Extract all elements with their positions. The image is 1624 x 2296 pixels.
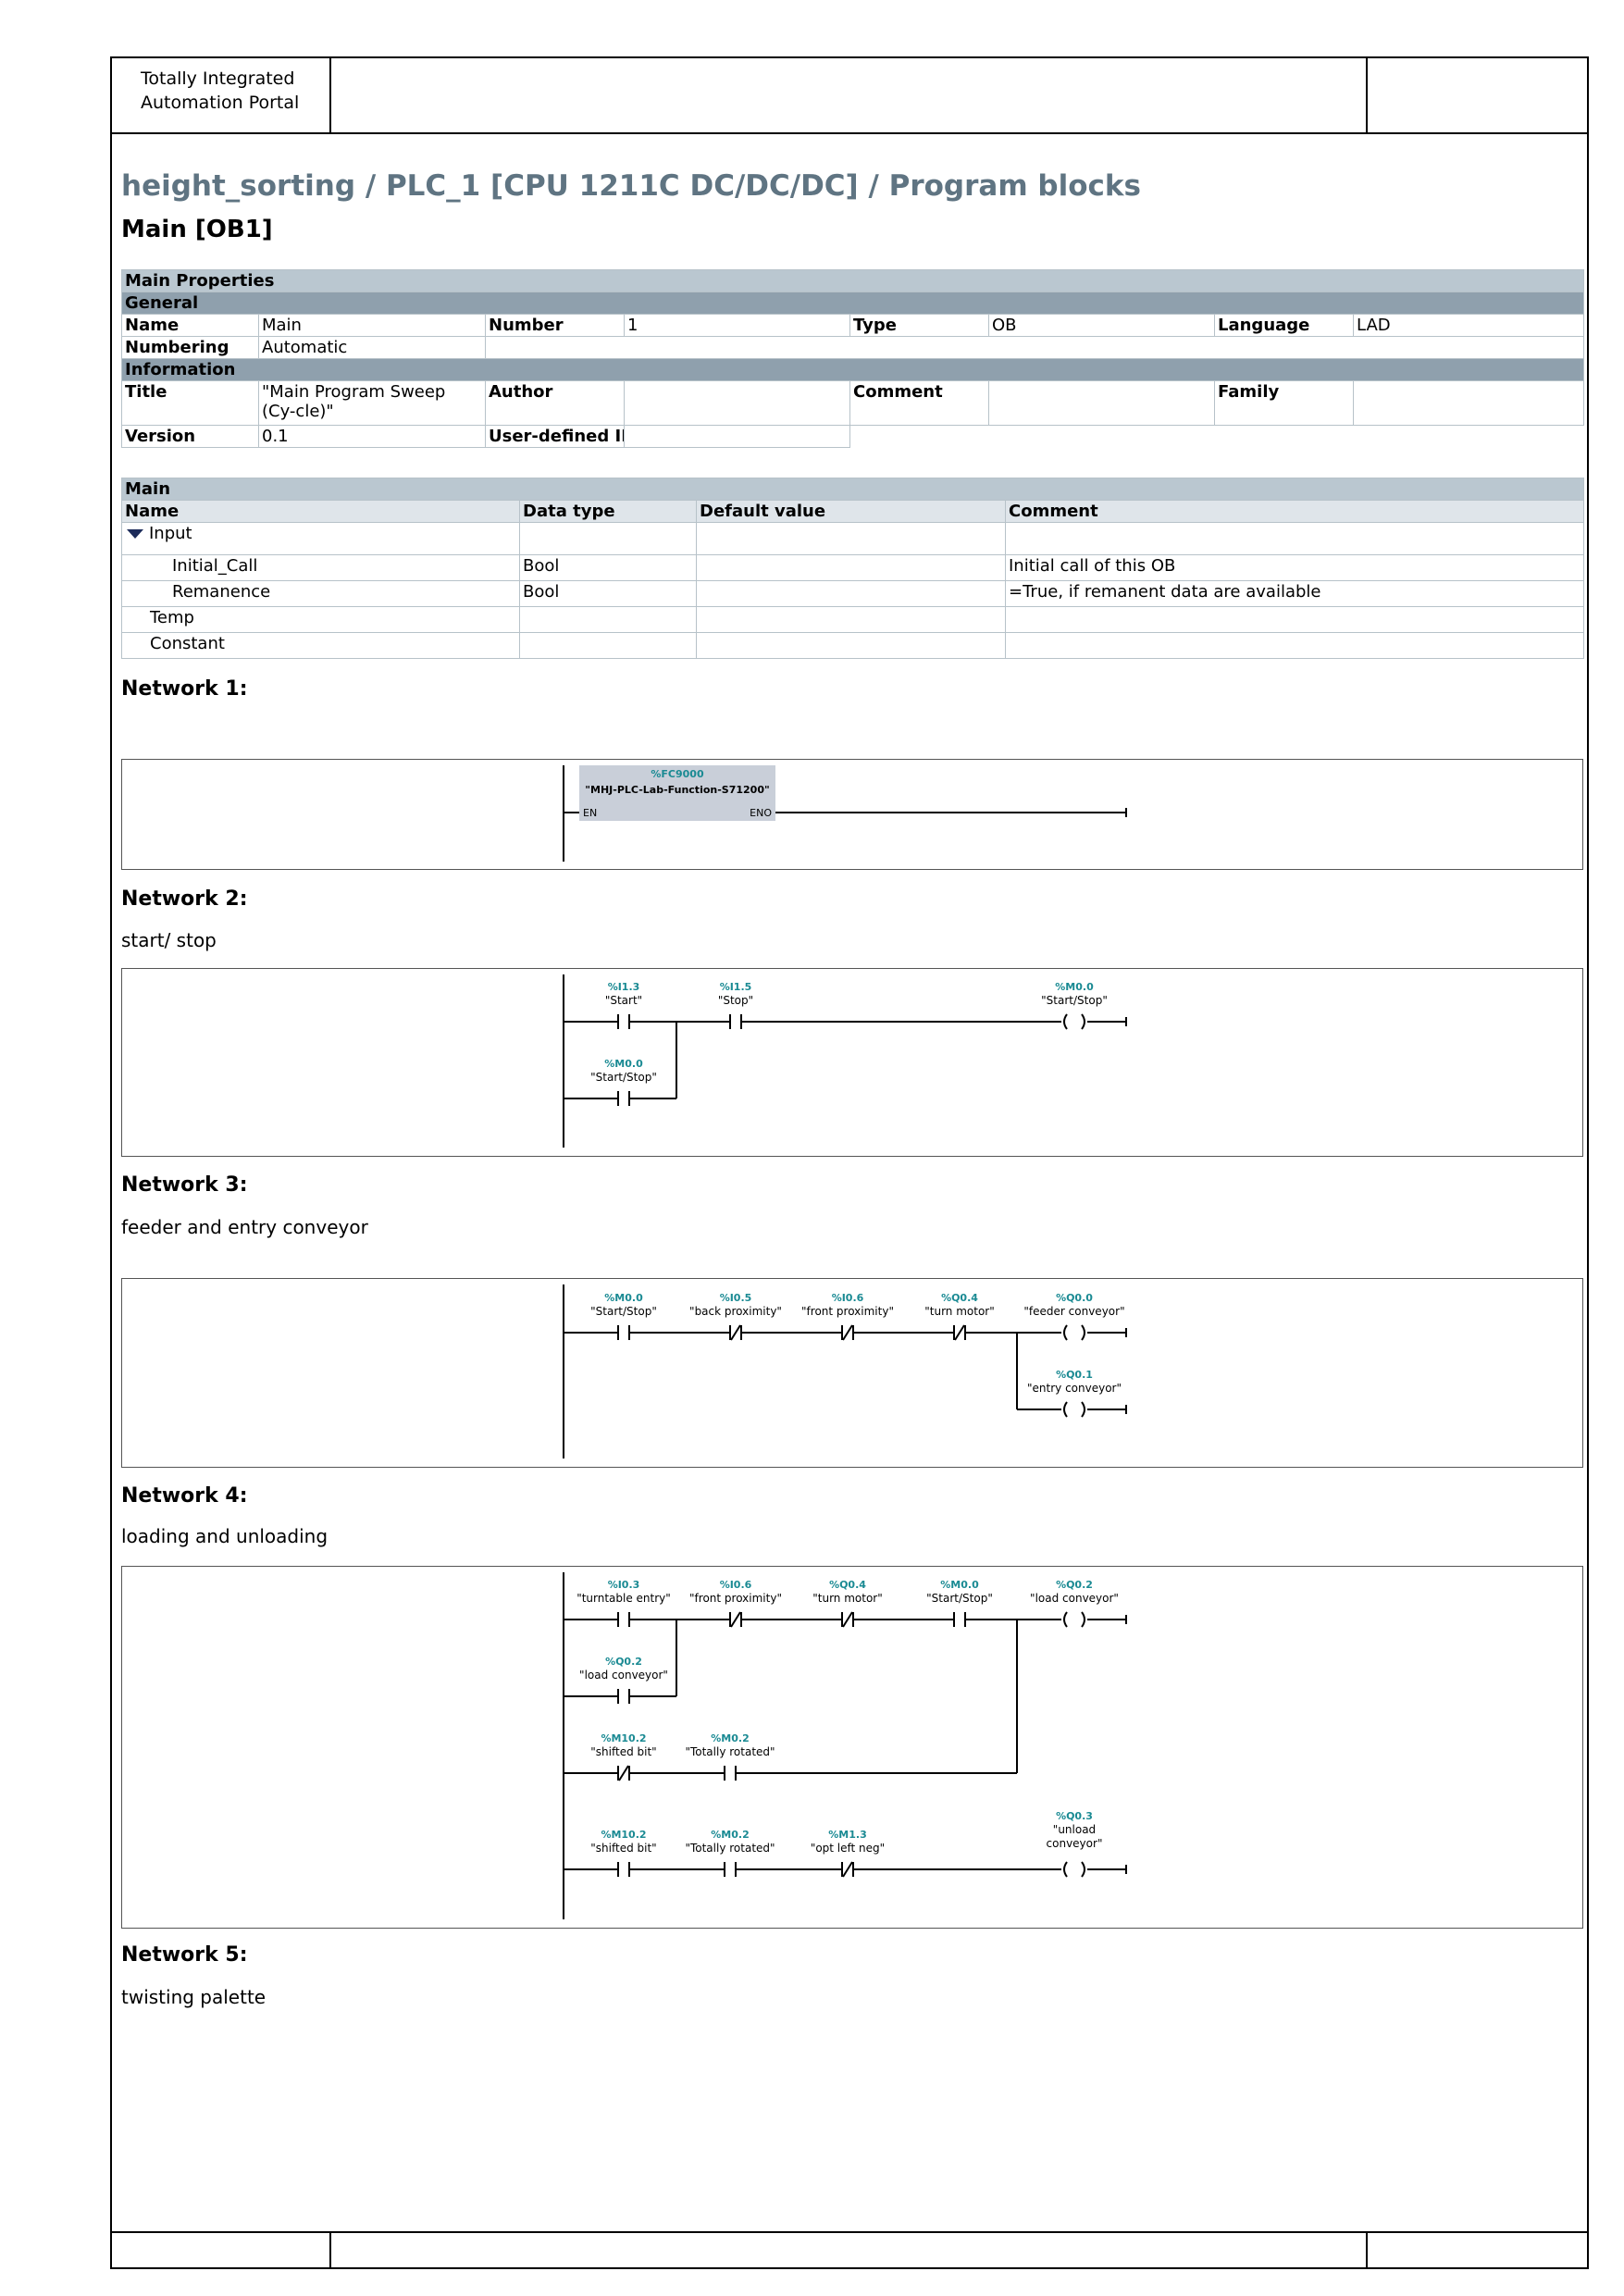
label-symbol: "Start/Stop" — [926, 1592, 993, 1605]
network-4-ladder: %I0.3 "turntable entry" %I0.6 "front pro… — [563, 1572, 1127, 1919]
label-symbol: "turn motor" — [924, 1305, 995, 1318]
fb-eno-pin: ENO — [750, 807, 772, 819]
label-symbol: "load conveyor" — [579, 1669, 668, 1682]
label-address: %I1.5 — [720, 981, 752, 993]
coil — [1081, 1861, 1085, 1878]
network-1-ladder: %FC9000 "MHJ-PLC-Lab-Function-S71200" EN… — [563, 765, 1127, 862]
label-symbol: "Stop" — [718, 994, 753, 1007]
contact-nc-slash — [730, 1611, 741, 1628]
fb-name: "MHJ-PLC-Lab-Function-S71200" — [585, 784, 769, 796]
label-address: %M10.2 — [601, 1829, 646, 1841]
label-symbol: "Start/Stop" — [590, 1071, 657, 1084]
label-address: %Q0.1 — [1056, 1369, 1093, 1381]
label-address: %Q0.4 — [829, 1579, 866, 1591]
label-symbol: "feeder conveyor" — [1023, 1305, 1124, 1318]
label-address: %Q0.4 — [941, 1292, 978, 1304]
coil — [1063, 1401, 1068, 1418]
label-address: %M0.2 — [711, 1732, 749, 1744]
label-address: %M0.0 — [940, 1579, 979, 1591]
coil — [1081, 1401, 1085, 1418]
coil — [1063, 1861, 1068, 1878]
label-symbol: "Start" — [605, 994, 642, 1007]
label-address: %M0.2 — [711, 1829, 749, 1841]
label-symbol: "load conveyor" — [1030, 1592, 1119, 1605]
label-symbol: "shifted bit" — [590, 1842, 656, 1855]
label-symbol: "turntable entry" — [576, 1592, 671, 1605]
label-address: %I0.5 — [720, 1292, 752, 1304]
label-address: %Q0.2 — [1056, 1579, 1093, 1591]
network-2-ladder: %I1.3 "Start" %I1.5 "Stop" %M0.0 "Start/… — [563, 974, 1127, 1148]
label-symbol: "unload — [1053, 1823, 1096, 1836]
coil — [1081, 1611, 1085, 1628]
label-symbol: "Start/Stop" — [590, 1305, 657, 1318]
contact-nc-slash — [842, 1324, 853, 1341]
label-symbol: "opt left neg" — [811, 1842, 885, 1855]
label-address: %M10.2 — [601, 1732, 646, 1744]
label-address: %I1.3 — [608, 981, 640, 993]
label-address: %M0.0 — [604, 1292, 643, 1304]
contact-nc-slash — [842, 1861, 853, 1878]
coil — [1081, 1013, 1085, 1030]
label-symbol: "entry conveyor" — [1027, 1382, 1122, 1395]
contact-nc-slash — [618, 1765, 629, 1781]
label-address: %I0.3 — [608, 1579, 640, 1591]
label-symbol: "shifted bit" — [590, 1745, 656, 1758]
label-symbol: "front proximity" — [689, 1592, 782, 1605]
label-address: %M0.0 — [604, 1058, 643, 1070]
label-symbol: "Totally rotated" — [685, 1842, 775, 1855]
label-address: %I0.6 — [720, 1579, 752, 1591]
label-address: %Q0.0 — [1056, 1292, 1093, 1304]
coil — [1081, 1324, 1085, 1341]
fb-en-pin: EN — [583, 807, 597, 819]
coil — [1063, 1324, 1068, 1341]
label-symbol-line2: conveyor" — [1047, 1837, 1103, 1850]
contact-nc-slash — [954, 1324, 965, 1341]
coil — [1063, 1013, 1068, 1030]
label-address: %M1.3 — [828, 1829, 866, 1841]
label-symbol: "Start/Stop" — [1041, 994, 1108, 1007]
label-address: %I0.6 — [832, 1292, 864, 1304]
label-address: %Q0.3 — [1056, 1810, 1093, 1822]
fb-address: %FC9000 — [651, 768, 704, 780]
label-address: %M0.0 — [1055, 981, 1094, 993]
label-symbol: "back proximity" — [689, 1305, 782, 1318]
coil — [1063, 1611, 1068, 1628]
contact-nc-slash — [730, 1324, 741, 1341]
ladder-diagrams: %FC9000 "MHJ-PLC-Lab-Function-S71200" EN… — [563, 765, 1127, 1919]
label-symbol: "front proximity" — [801, 1305, 894, 1318]
label-symbol: "Totally rotated" — [685, 1745, 775, 1758]
label-symbol: "turn motor" — [812, 1592, 883, 1605]
network-3-ladder: %M0.0 "Start/Stop" %I0.5 "back proximity… — [563, 1285, 1127, 1458]
contact-nc-slash — [842, 1611, 853, 1628]
label-address: %Q0.2 — [605, 1656, 642, 1668]
